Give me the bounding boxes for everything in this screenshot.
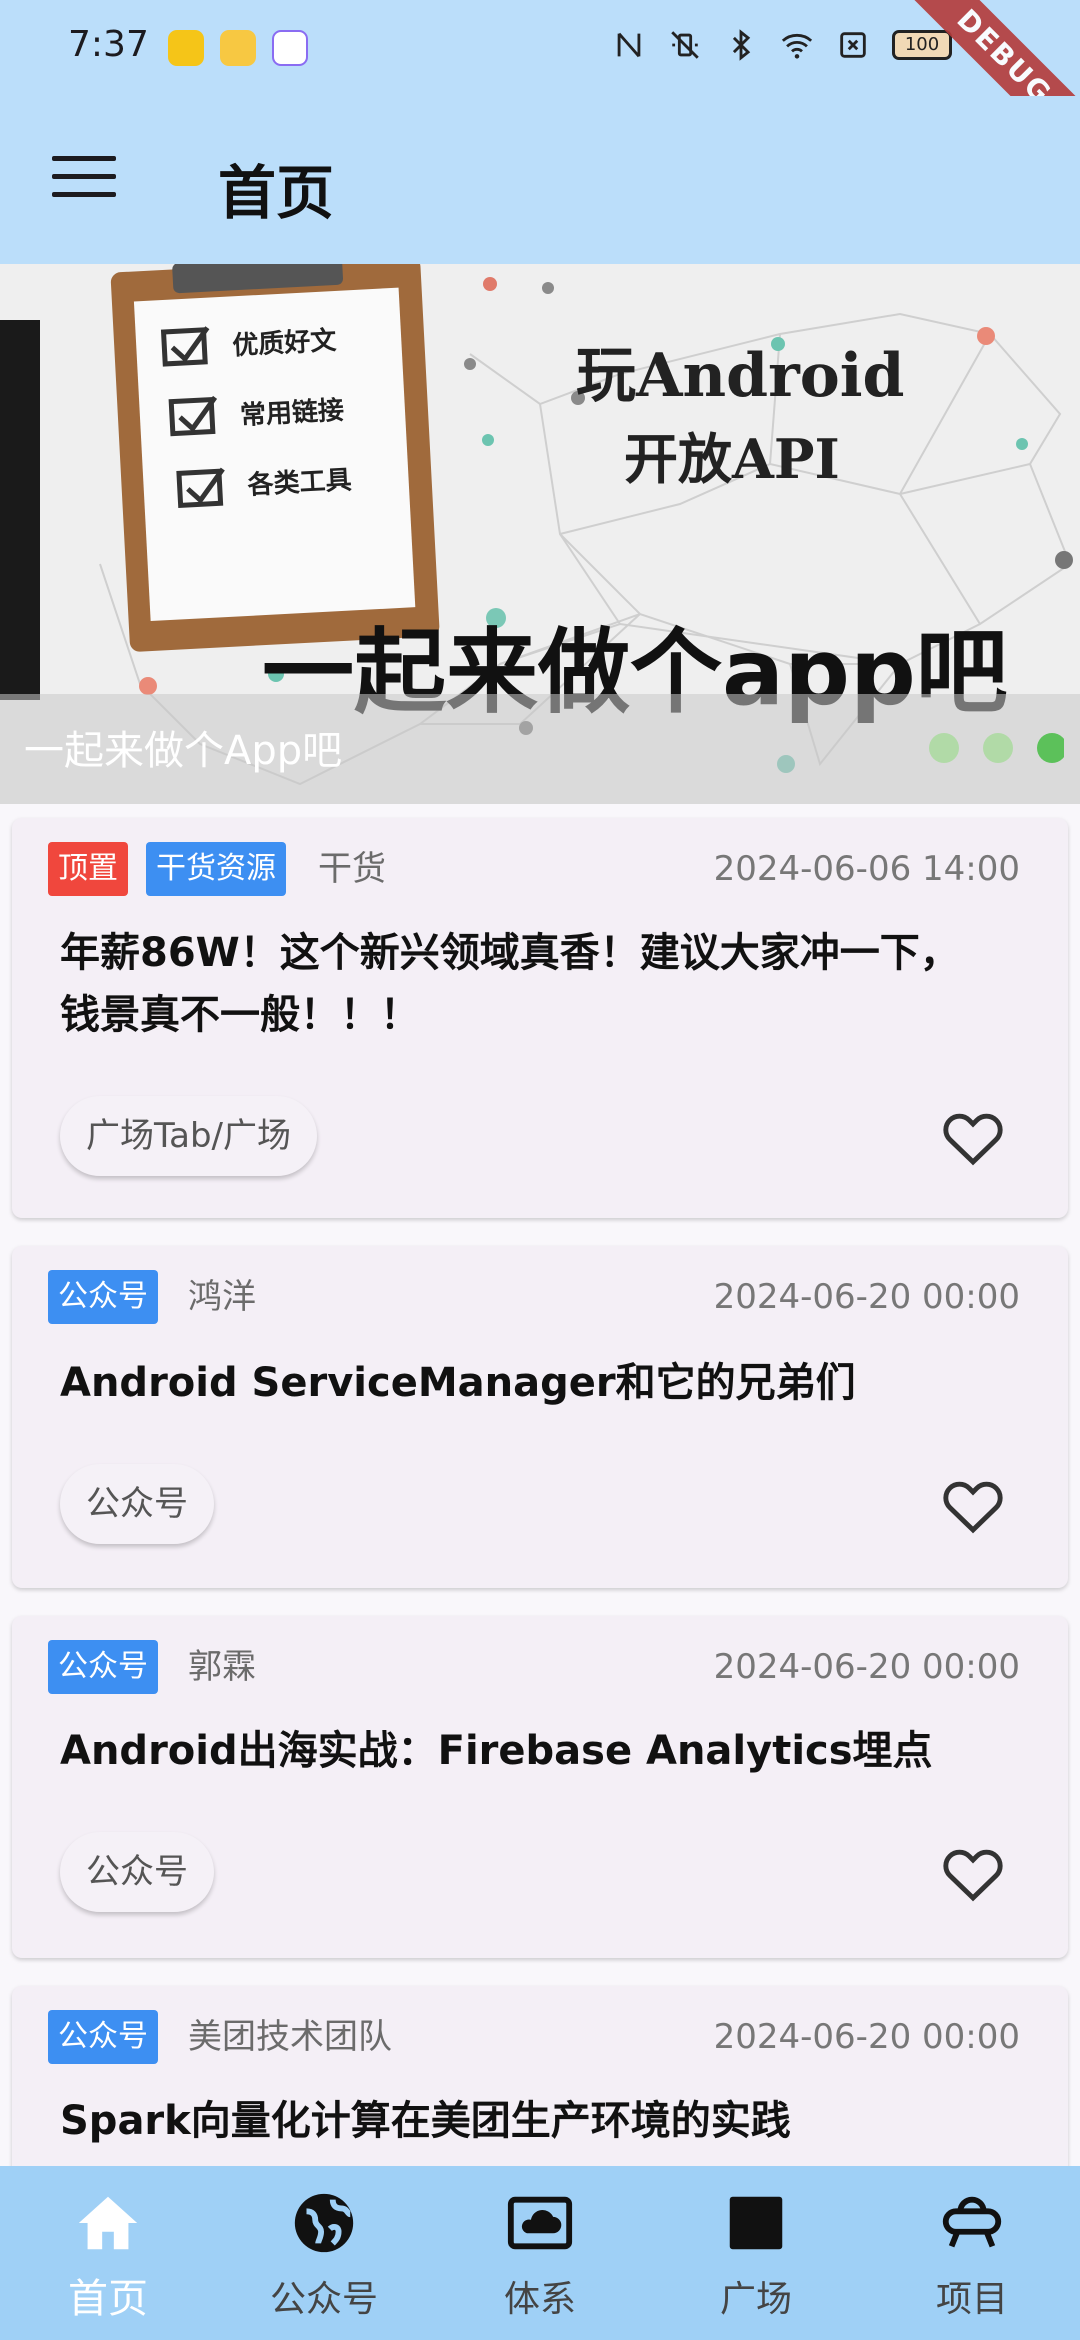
cloud-screen-icon: [507, 2196, 573, 2250]
bottom-navigation: 首页 公众号 体系 广场 项目: [0, 2166, 1080, 2340]
favorite-icon[interactable]: [940, 1106, 1006, 1166]
page-title: 首页: [218, 159, 335, 227]
banner-carousel[interactable]: 优质好文 常用链接 各类工具 玩Android 开放API 一起来做个app吧 …: [0, 264, 1080, 804]
tag-pinned: 顶置: [48, 842, 128, 896]
article-card[interactable]: 公众号 郭霖 2024-06-20 00:00 Android出海实战：Fire…: [12, 1616, 1068, 1958]
tag-category: 公众号: [48, 2010, 158, 2064]
battery-icon: 100: [892, 30, 952, 60]
nav-system[interactable]: 体系: [432, 2166, 648, 2340]
banner-caption: 一起来做个App吧: [24, 728, 343, 774]
article-date: 2024-06-20 00:00: [713, 1647, 1020, 1687]
article-card[interactable]: 公众号 鸿洋 2024-06-20 00:00 Android ServiceM…: [12, 1246, 1068, 1588]
banner-check-3: 各类工具: [246, 464, 352, 500]
nav-square[interactable]: 广场: [648, 2166, 864, 2340]
article-chapter-chip[interactable]: 公众号: [60, 1464, 214, 1544]
favorite-icon[interactable]: [940, 1474, 1006, 1534]
article-title[interactable]: 年薪86W！这个新兴领域真香！建议大家冲一下， 钱景真不一般！！！: [60, 922, 1020, 1046]
wifi-icon: [781, 33, 813, 59]
bluetooth-icon: [732, 29, 751, 61]
home-icon: [78, 2196, 138, 2250]
article-card[interactable]: 顶置 干货资源 干货 2024-06-06 14:00 年薪86W！这个新兴领域…: [12, 818, 1068, 1218]
nav-projects[interactable]: 项目: [864, 2166, 1080, 2340]
article-date: 2024-06-20 00:00: [713, 2017, 1020, 2057]
status-bar: 7:37 100 DEBUG: [0, 0, 1080, 180]
banner-headline-1: 玩Android: [576, 341, 905, 411]
tag-category: 公众号: [48, 1640, 158, 1694]
globe-icon: [294, 2193, 354, 2253]
menu-icon: [52, 156, 116, 161]
menu-button[interactable]: [52, 156, 116, 206]
nav-official-accounts[interactable]: 公众号: [216, 2166, 432, 2340]
status-icons: 100: [612, 28, 952, 62]
banner-previous-slide: [0, 320, 40, 700]
article-chapter-chip[interactable]: 公众号: [60, 1832, 214, 1912]
nfc-icon: [617, 32, 641, 58]
article-date: 2024-06-06 14:00: [713, 849, 1020, 889]
sim-off-icon: [840, 32, 866, 58]
article-date: 2024-06-20 00:00: [713, 1277, 1020, 1317]
banner-check-1: 优质好文: [232, 325, 338, 361]
banner-indicator: [929, 733, 1064, 763]
article-author: 美团技术团队: [188, 2017, 392, 2057]
app-bar: 首页: [0, 96, 1080, 264]
app-notification-icon-2: [220, 30, 256, 66]
article-author: 鸿洋: [188, 1277, 256, 1317]
favorite-icon[interactable]: [940, 1842, 1006, 1902]
article-author: 郭霖: [188, 1647, 256, 1687]
ufo-icon: [942, 2196, 1002, 2248]
article-chapter-chip[interactable]: 广场Tab/广场: [60, 1096, 318, 1176]
banner-headline-2: 开放API: [624, 427, 840, 491]
vibrate-icon: [671, 31, 699, 59]
square-icon: [729, 2196, 783, 2250]
app-notification-icon-1: [168, 30, 204, 66]
article-author: 干货: [318, 849, 386, 889]
article-title[interactable]: Android出海实战：Firebase Analytics埋点: [60, 1720, 1020, 1782]
nav-home[interactable]: 首页: [0, 2166, 216, 2340]
article-title[interactable]: Spark向量化计算在美团生产环境的实践: [60, 2090, 1020, 2152]
banner-check-2: 常用链接: [239, 395, 344, 431]
app-notification-icon-3: [272, 30, 308, 66]
tag-category: 干货资源: [146, 842, 286, 896]
tag-category: 公众号: [48, 1270, 158, 1324]
status-time: 7:37: [68, 24, 149, 65]
article-title[interactable]: Android ServiceManager和它的兄弟们: [60, 1352, 1020, 1414]
